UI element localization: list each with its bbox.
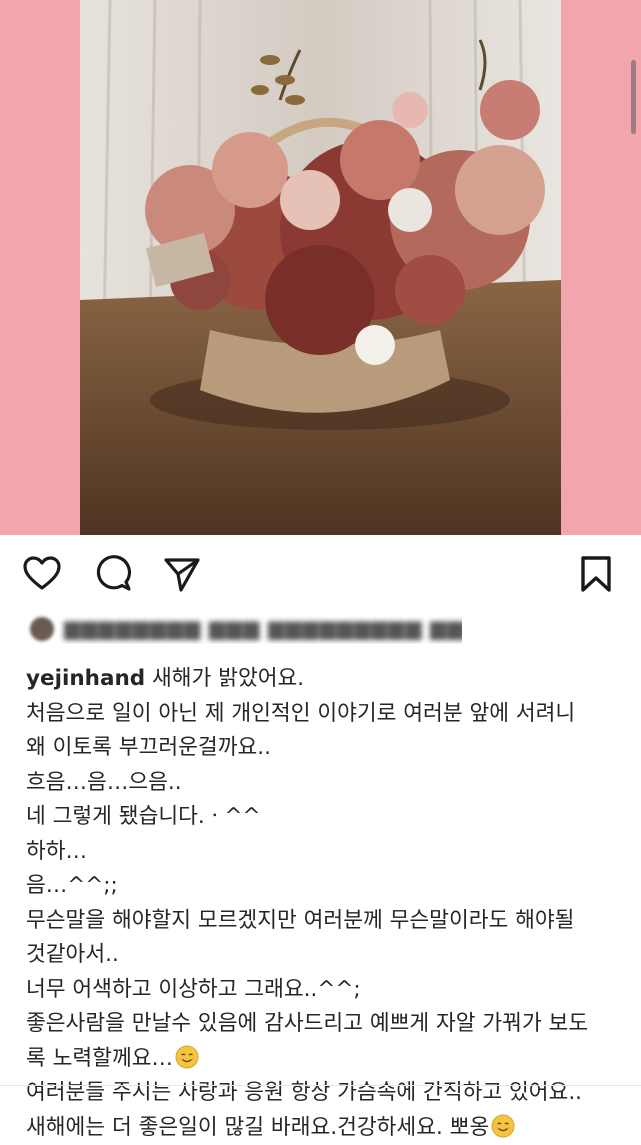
liked-by-text-blurred: ▆▆▆▆▆▆▆▆ ▆▆▆ ▆▆▆▆▆▆▆▆▆ ▆▆▆ (64, 616, 462, 640)
caption-line: 네 그렇게 됐습니다.ㆍ^^ (26, 800, 611, 835)
post-photo[interactable] (80, 0, 561, 535)
caption-line: 왜 이토록 부끄러운걸까요.. (26, 731, 611, 766)
avatar (30, 617, 54, 641)
scrollbar[interactable] (631, 60, 636, 134)
post-photo-frame (0, 0, 641, 535)
smiling-face-icon (175, 1045, 199, 1069)
bookmark-icon[interactable] (576, 554, 616, 594)
caption-line: yejinhand 새해가 밝았어요. (26, 662, 611, 697)
caption-line: 좋은사람을 만날수 있음에 감사드리고 예쁘게 자알 가꿔가 보도 (26, 1007, 611, 1042)
smiling-face-icon (491, 1114, 515, 1138)
post-action-bar (0, 548, 641, 598)
caption-text: 록 노력할께요… (26, 1046, 173, 1071)
caption-line: 하하… (26, 835, 611, 870)
caption-line: 록 노력할께요… (26, 1042, 611, 1077)
post-caption: yejinhand 새해가 밝았어요. 처음으로 일이 아닌 제 개인적인 이야… (26, 662, 611, 1145)
liked-by-blurred: ▆▆▆▆▆▆▆▆ ▆▆▆ ▆▆▆▆▆▆▆▆▆ ▆▆▆ (22, 614, 462, 644)
caption-line: 여러분들 주시는 사랑과 응원 항상 가슴속에 간직하고 있어요.. (26, 1076, 611, 1111)
caption-line: 새해에는 더 좋은일이 많길 바래요.건강하세요. 뽀옹 (26, 1111, 611, 1145)
caption-line: 너무 어색하고 이상하고 그래요..^^; (26, 973, 611, 1008)
comment-icon[interactable] (93, 554, 133, 594)
caption-line: 것같아서.. (26, 938, 611, 973)
caption-line: 흐음…음…으음.. (26, 766, 611, 801)
caption-line: 무슨말을 해야할지 모르겠지만 여러분께 무슨말이라도 해야될 (26, 904, 611, 939)
caption-text: 새해가 밝았어요. (152, 666, 304, 691)
flower-basket-photo (80, 0, 561, 535)
caption-text: 새해에는 더 좋은일이 많길 바래요.건강하세요. 뽀옹 (26, 1115, 489, 1140)
heart-icon[interactable] (22, 554, 62, 594)
caption-line: 음…^^;; (26, 869, 611, 904)
divider (0, 1085, 641, 1086)
caption-line: 처음으로 일이 아닌 제 개인적인 이야기로 여러분 앞에 서려니 (26, 697, 611, 732)
send-icon[interactable] (162, 554, 202, 594)
username[interactable]: yejinhand (26, 666, 145, 691)
